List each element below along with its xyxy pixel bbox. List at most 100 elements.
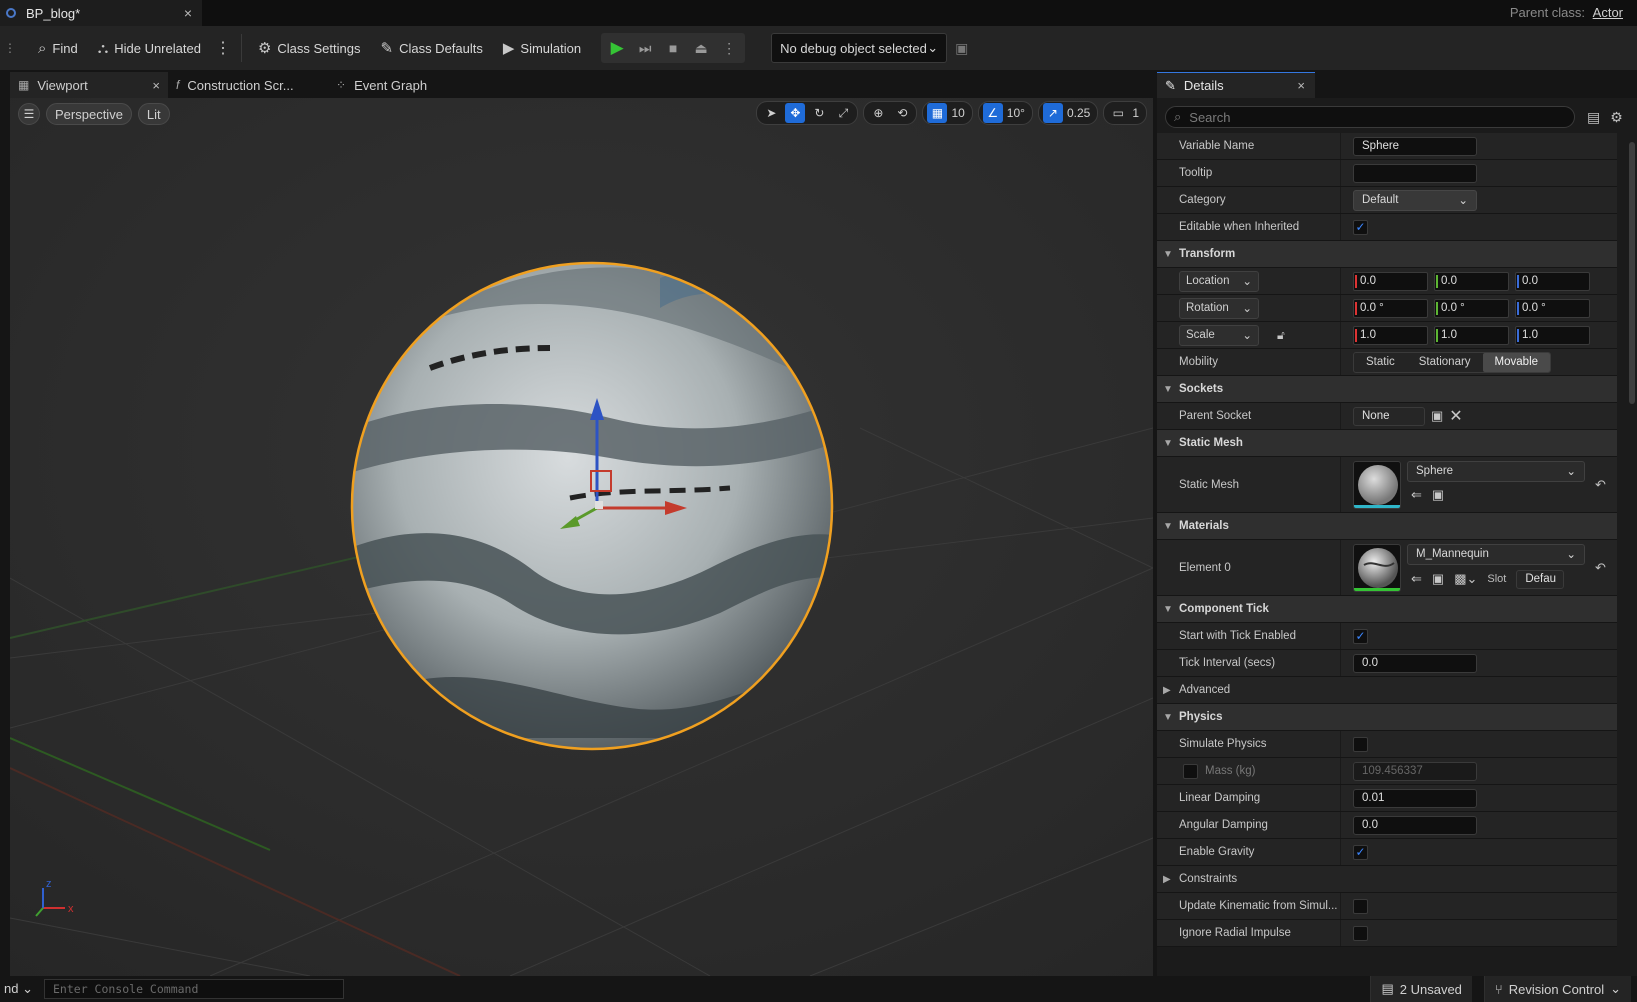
category-dropdown[interactable]: Default ⌄ [1353, 189, 1477, 211]
grid-snap-icon[interactable]: ▦ [927, 103, 948, 123]
camera-icon[interactable]: ▭ [1108, 103, 1128, 123]
tick-interval-input[interactable]: 0.0 [1353, 653, 1477, 673]
rotation-dropdown[interactable]: Rotation ⌄ [1179, 297, 1259, 319]
rotate-icon[interactable]: ↻ [809, 103, 829, 123]
scale-z-input[interactable]: 1.0 [1515, 325, 1590, 345]
update-kinematic-checkbox[interactable] [1353, 898, 1368, 914]
document-tab[interactable]: BP_blog* × [0, 0, 202, 26]
section-sockets[interactable]: ▼ Sockets [1157, 376, 1617, 403]
console-mode-select[interactable]: nd ⌄ [0, 981, 40, 997]
enable-gravity-checkbox[interactable]: ✓ [1353, 844, 1368, 860]
use-selected-icon[interactable]: ⇐ [1411, 487, 1422, 503]
viewport-menu-button[interactable]: ☰ [18, 103, 40, 125]
static-mesh-dropdown[interactable]: Sphere ⌄ [1407, 460, 1585, 482]
location-dropdown[interactable]: Location ⌄ [1179, 270, 1259, 292]
scale-y-input[interactable]: 1.0 [1434, 325, 1509, 345]
rotation-snap-value[interactable]: 10° [1007, 106, 1028, 120]
tab-viewport[interactable]: ▦ Viewport × [10, 72, 168, 98]
start-tick-checkbox[interactable]: ✓ [1353, 628, 1368, 644]
browse-socket-icon[interactable]: ▣ [1431, 408, 1443, 424]
world-local-icon[interactable]: ⊕ [868, 103, 888, 123]
mobility-static-option[interactable]: Static [1354, 353, 1407, 372]
class-settings-button[interactable]: ⚙ Class Settings [248, 33, 371, 63]
details-scrollbar[interactable] [1629, 142, 1635, 404]
parent-class-link[interactable]: Actor [1593, 5, 1623, 20]
details-search-input[interactable]: ⌕ Search [1165, 106, 1575, 128]
step-icon[interactable]: ⏭ [633, 36, 657, 60]
ignore-radial-checkbox[interactable] [1353, 925, 1368, 941]
eject-icon[interactable]: ⏏ [689, 36, 713, 60]
checker-icon[interactable]: ▩⌄ [1454, 571, 1477, 587]
close-icon[interactable]: × [184, 5, 192, 21]
material-thumbnail[interactable] [1353, 543, 1401, 592]
stop-icon[interactable]: ■ [661, 36, 685, 60]
lit-button[interactable]: Lit [137, 103, 170, 125]
close-icon[interactable]: × [1297, 78, 1305, 93]
tooltip-input[interactable] [1353, 163, 1477, 183]
scale-x-input[interactable]: 1.0 [1353, 325, 1428, 345]
find-button[interactable]: ⌕ Find [28, 33, 88, 63]
viewport[interactable]: x z ☰ Perspective Lit ➤ ✥ ↻ ⤢ ⊕ ⟲ ▦ 10 ∠… [10, 98, 1153, 976]
simulation-button[interactable]: ▶ Simulation [493, 33, 591, 63]
section-physics[interactable]: ▼ Physics [1157, 704, 1617, 731]
select-icon[interactable]: ➤ [761, 103, 781, 123]
browse-asset-icon[interactable]: ▣ [1432, 487, 1444, 503]
location-x-input[interactable]: 0.0 [1353, 271, 1428, 291]
translate-icon[interactable]: ✥ [785, 103, 806, 123]
slot-input[interactable]: Defau [1516, 569, 1565, 589]
close-icon[interactable]: × [152, 78, 160, 93]
grid-snap-value[interactable]: 10 [951, 106, 967, 120]
section-materials[interactable]: ▼ Materials [1157, 513, 1617, 540]
row-advanced[interactable]: ▶ Advanced [1157, 677, 1617, 704]
rotation-y-input[interactable]: 0.0 ° [1434, 298, 1509, 318]
hide-unrelated-button[interactable]: ⛬ Hide Unrelated [88, 33, 211, 63]
surface-snap-icon[interactable]: ⟲ [892, 103, 912, 123]
use-selected-icon[interactable]: ⇐ [1411, 571, 1422, 587]
settings-gear-icon[interactable]: ⚙ [1610, 109, 1623, 126]
tab-construction-script[interactable]: f Construction Scr... [168, 72, 328, 98]
debug-browse-icon[interactable]: ▣ [955, 40, 968, 57]
reset-to-default-icon[interactable]: ↶ [1595, 560, 1606, 576]
parent-socket-value: None [1353, 406, 1425, 426]
variable-name-input[interactable]: Sphere [1353, 136, 1477, 156]
location-y-input[interactable]: 0.0 [1434, 271, 1509, 291]
editable-checkbox[interactable]: ✓ [1353, 219, 1368, 235]
scale-dropdown[interactable]: Scale ⌄ [1179, 324, 1259, 346]
scale-snap-value[interactable]: 0.25 [1067, 106, 1093, 120]
mobility-stationary-option[interactable]: Stationary [1407, 353, 1483, 372]
section-transform[interactable]: ▼ Transform [1157, 241, 1617, 268]
static-mesh-thumbnail[interactable] [1353, 460, 1401, 509]
clear-icon[interactable]: ✕ [1449, 406, 1462, 426]
console-input[interactable]: Enter Console Command [44, 979, 344, 999]
section-static-mesh[interactable]: ▼ Static Mesh [1157, 430, 1617, 457]
tab-event-graph[interactable]: ⁘ Event Graph [328, 72, 435, 98]
unsaved-button[interactable]: ▤ 2 Unsaved [1370, 976, 1472, 1002]
rotation-snap-icon[interactable]: ∠ [982, 103, 1003, 123]
debug-object-select[interactable]: No debug object selected ⌄ [771, 33, 948, 63]
play-options-icon[interactable]: ⋮ [717, 36, 741, 60]
lock-icon[interactable]: 🔓︎ [1277, 328, 1285, 343]
mobility-movable-option[interactable]: Movable [1482, 352, 1551, 372]
scale-snap-icon[interactable]: ↗ [1042, 103, 1063, 123]
tab-details[interactable]: ✎ Details × [1157, 72, 1315, 98]
location-z-input[interactable]: 0.0 [1515, 271, 1590, 291]
rotation-x-input[interactable]: 0.0 ° [1353, 298, 1428, 318]
scale-icon[interactable]: ⤢ [833, 103, 853, 123]
mass-override-checkbox[interactable] [1183, 763, 1198, 779]
perspective-button[interactable]: Perspective [46, 103, 132, 125]
play-icon[interactable]: ▶ [605, 36, 629, 60]
section-component-tick[interactable]: ▼ Component Tick [1157, 596, 1617, 623]
simulate-physics-checkbox[interactable] [1353, 736, 1368, 752]
angular-damping-input[interactable]: 0.0 [1353, 815, 1477, 835]
class-defaults-button[interactable]: ✎ Class Defaults [370, 33, 492, 63]
revision-control-button[interactable]: ⑂ Revision Control ⌄ [1483, 976, 1631, 1002]
more-options-icon[interactable]: ⋮ [211, 38, 235, 58]
rotation-z-input[interactable]: 0.0 ° [1515, 298, 1590, 318]
property-matrix-icon[interactable]: ▤ [1587, 109, 1600, 126]
row-constraints[interactable]: ▶ Constraints [1157, 866, 1617, 893]
browse-asset-icon[interactable]: ▣ [1432, 571, 1444, 587]
reset-to-default-icon[interactable]: ↶ [1595, 477, 1606, 493]
linear-damping-input[interactable]: 0.01 [1353, 788, 1477, 808]
camera-speed-value[interactable]: 1 [1132, 106, 1142, 120]
material-dropdown[interactable]: M_Mannequin ⌄ [1407, 543, 1585, 565]
